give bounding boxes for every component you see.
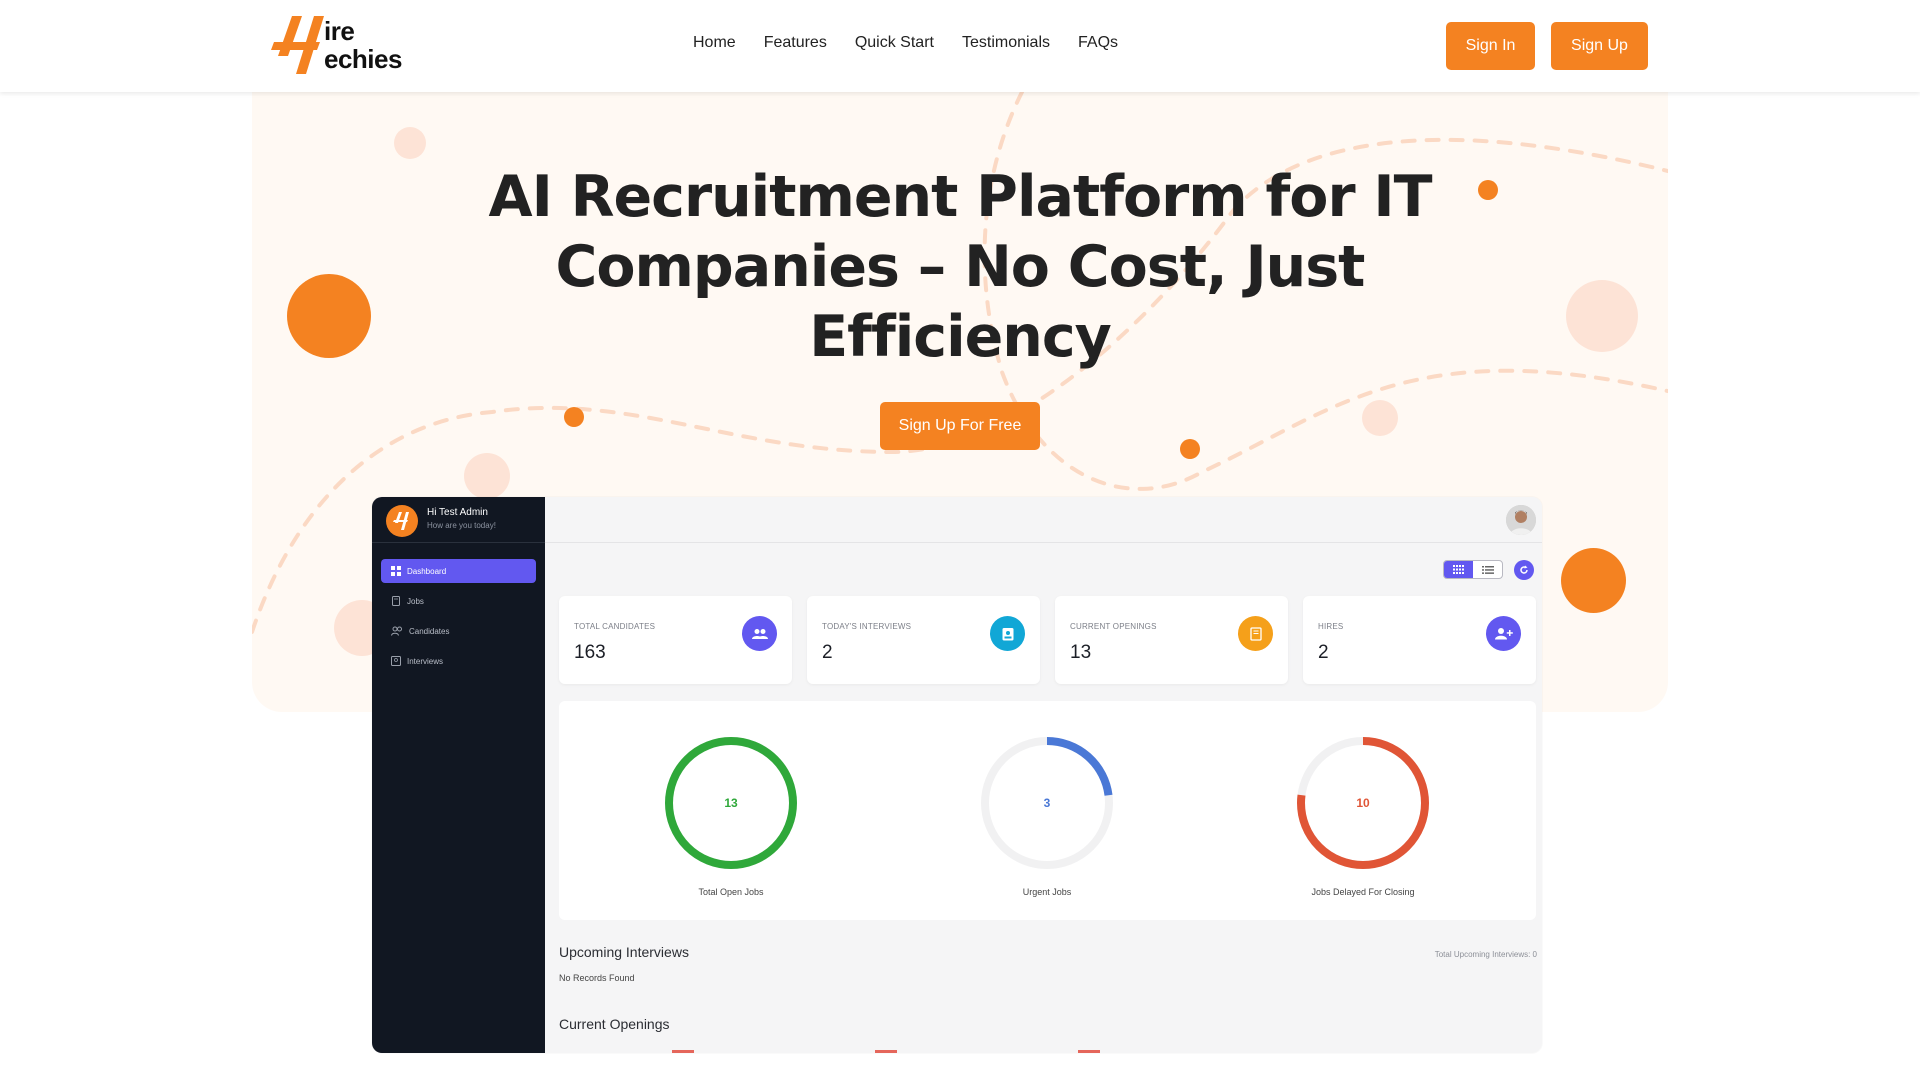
id-badge-icon — [391, 656, 401, 666]
sidebar-user-header: Hi Test Admin How are you today! — [372, 497, 545, 543]
grid-view-icon — [1453, 565, 1464, 574]
sidebar-item-label: Dashboard — [407, 566, 447, 576]
sidebar-greeting: Hi Test Admin — [427, 507, 488, 518]
opening-card-marker — [672, 1050, 694, 1053]
logo-h-mark-icon — [393, 512, 409, 530]
nav-quick-start[interactable]: Quick Start — [855, 34, 934, 52]
opening-card-marker — [875, 1050, 897, 1053]
stat-value: 13 — [1070, 642, 1092, 663]
jobs-summary-panel: 13 Total Open Jobs 3 Urgent Jobs 10 Jobs Dela… — [559, 701, 1536, 920]
stat-card-current-openings[interactable]: CURRENT OPENINGS 13 — [1055, 596, 1288, 684]
donut-label: Urgent Jobs — [1022, 887, 1072, 897]
user-plus-icon — [1486, 616, 1521, 651]
sidebar-item-interviews[interactable]: Interviews — [381, 649, 536, 673]
user-avatar[interactable] — [1506, 505, 1536, 535]
document-icon — [392, 596, 400, 606]
dashboard-sidebar: Hi Test Admin How are you today! Dashboa… — [372, 497, 545, 1053]
stat-label: CURRENT OPENINGS — [1070, 622, 1157, 631]
logo-text-top: ire — [324, 16, 355, 46]
hero-title: AI Recruitment Platform for IT Companies… — [252, 162, 1668, 372]
view-toggle — [1443, 560, 1503, 579]
list-view-button[interactable] — [1473, 561, 1502, 578]
sign-in-button[interactable]: Sign In — [1446, 22, 1535, 70]
donut-label: Jobs Delayed For Closing — [1311, 887, 1415, 897]
users-icon — [391, 626, 402, 636]
sidebar-item-dashboard[interactable]: Dashboard — [381, 559, 536, 583]
stat-cards: TOTAL CANDIDATES 163 TODAY'S INTERVIEWS … — [559, 596, 1536, 684]
id-badge-icon — [990, 616, 1025, 651]
user-photo-icon — [1506, 505, 1536, 535]
stat-label: HIRES — [1318, 622, 1344, 631]
refresh-icon — [1520, 565, 1528, 574]
logo-text-bottom: echies — [324, 44, 402, 74]
top-navbar: ire echies Home Features Quick Start Tes… — [0, 0, 1920, 92]
nav-faqs[interactable]: FAQs — [1078, 34, 1118, 52]
stat-value: 2 — [822, 642, 833, 663]
grid-icon — [391, 566, 401, 576]
donut-label: Total Open Jobs — [698, 887, 764, 897]
logo-h-mark-icon — [271, 16, 324, 74]
dashboard-preview: Hi Test Admin How are you today! Dashboa… — [372, 497, 1542, 1053]
sidebar-item-candidates[interactable]: Candidates — [381, 619, 536, 643]
upcoming-interviews-total: Total Upcoming Interviews: 0 — [1434, 950, 1537, 959]
hero-title-line-1: AI Recruitment Platform for IT — [488, 164, 1432, 230]
stat-card-todays-interviews[interactable]: TODAY'S INTERVIEWS 2 — [807, 596, 1040, 684]
stat-label: TODAY'S INTERVIEWS — [822, 622, 912, 631]
sign-up-for-free-button[interactable]: Sign Up For Free — [880, 402, 1040, 450]
stat-value: 163 — [574, 642, 606, 663]
donut-value: 10 — [1356, 796, 1370, 810]
sidebar-item-label: Interviews — [407, 656, 444, 666]
stat-card-hires[interactable]: HIRES 2 — [1303, 596, 1536, 684]
hero-title-line-3: Efficiency — [809, 304, 1112, 370]
list-view-icon — [1481, 565, 1494, 574]
sign-up-button[interactable]: Sign Up — [1551, 22, 1648, 70]
stat-label: TOTAL CANDIDATES — [574, 622, 656, 631]
document-icon — [1238, 616, 1273, 651]
current-openings-title: Current Openings — [559, 1016, 670, 1032]
nav-home[interactable]: Home — [693, 34, 736, 52]
hiretechies-logo[interactable]: ire echies — [270, 12, 402, 78]
stat-value: 2 — [1318, 642, 1329, 663]
sidebar-item-label: Candidates — [409, 626, 450, 636]
upcoming-interviews-empty: No Records Found — [559, 973, 635, 983]
sidebar-logo-avatar — [386, 505, 418, 537]
nav-testimonials[interactable]: Testimonials — [962, 34, 1050, 52]
sidebar-item-label: Jobs — [407, 596, 424, 606]
nav-features[interactable]: Features — [764, 34, 827, 52]
dashboard-topbar — [545, 497, 1542, 543]
users-icon — [742, 616, 777, 651]
grid-view-button[interactable] — [1444, 561, 1473, 578]
sidebar-subtitle: How are you today! — [427, 521, 496, 530]
donut-value: 3 — [1044, 796, 1051, 810]
sidebar-menu: Dashboard Jobs Candidates Interviews — [381, 559, 536, 679]
refresh-button[interactable] — [1514, 560, 1534, 580]
donut-chart: 13 — [665, 737, 797, 869]
upcoming-interviews-title: Upcoming Interviews — [559, 944, 689, 960]
stat-card-total-candidates[interactable]: TOTAL CANDIDATES 163 — [559, 596, 792, 684]
opening-card-marker — [1078, 1050, 1100, 1053]
decorative-orange-circle — [1561, 548, 1626, 613]
hero-title-line-2: Companies – No Cost, Just — [555, 234, 1366, 300]
donut-value: 13 — [724, 796, 738, 810]
donut-chart: 10 — [1297, 737, 1429, 869]
main-nav: Home Features Quick Start Testimonials F… — [693, 34, 1118, 52]
sidebar-item-jobs[interactable]: Jobs — [381, 589, 536, 613]
donut-chart: 3 — [981, 737, 1113, 869]
